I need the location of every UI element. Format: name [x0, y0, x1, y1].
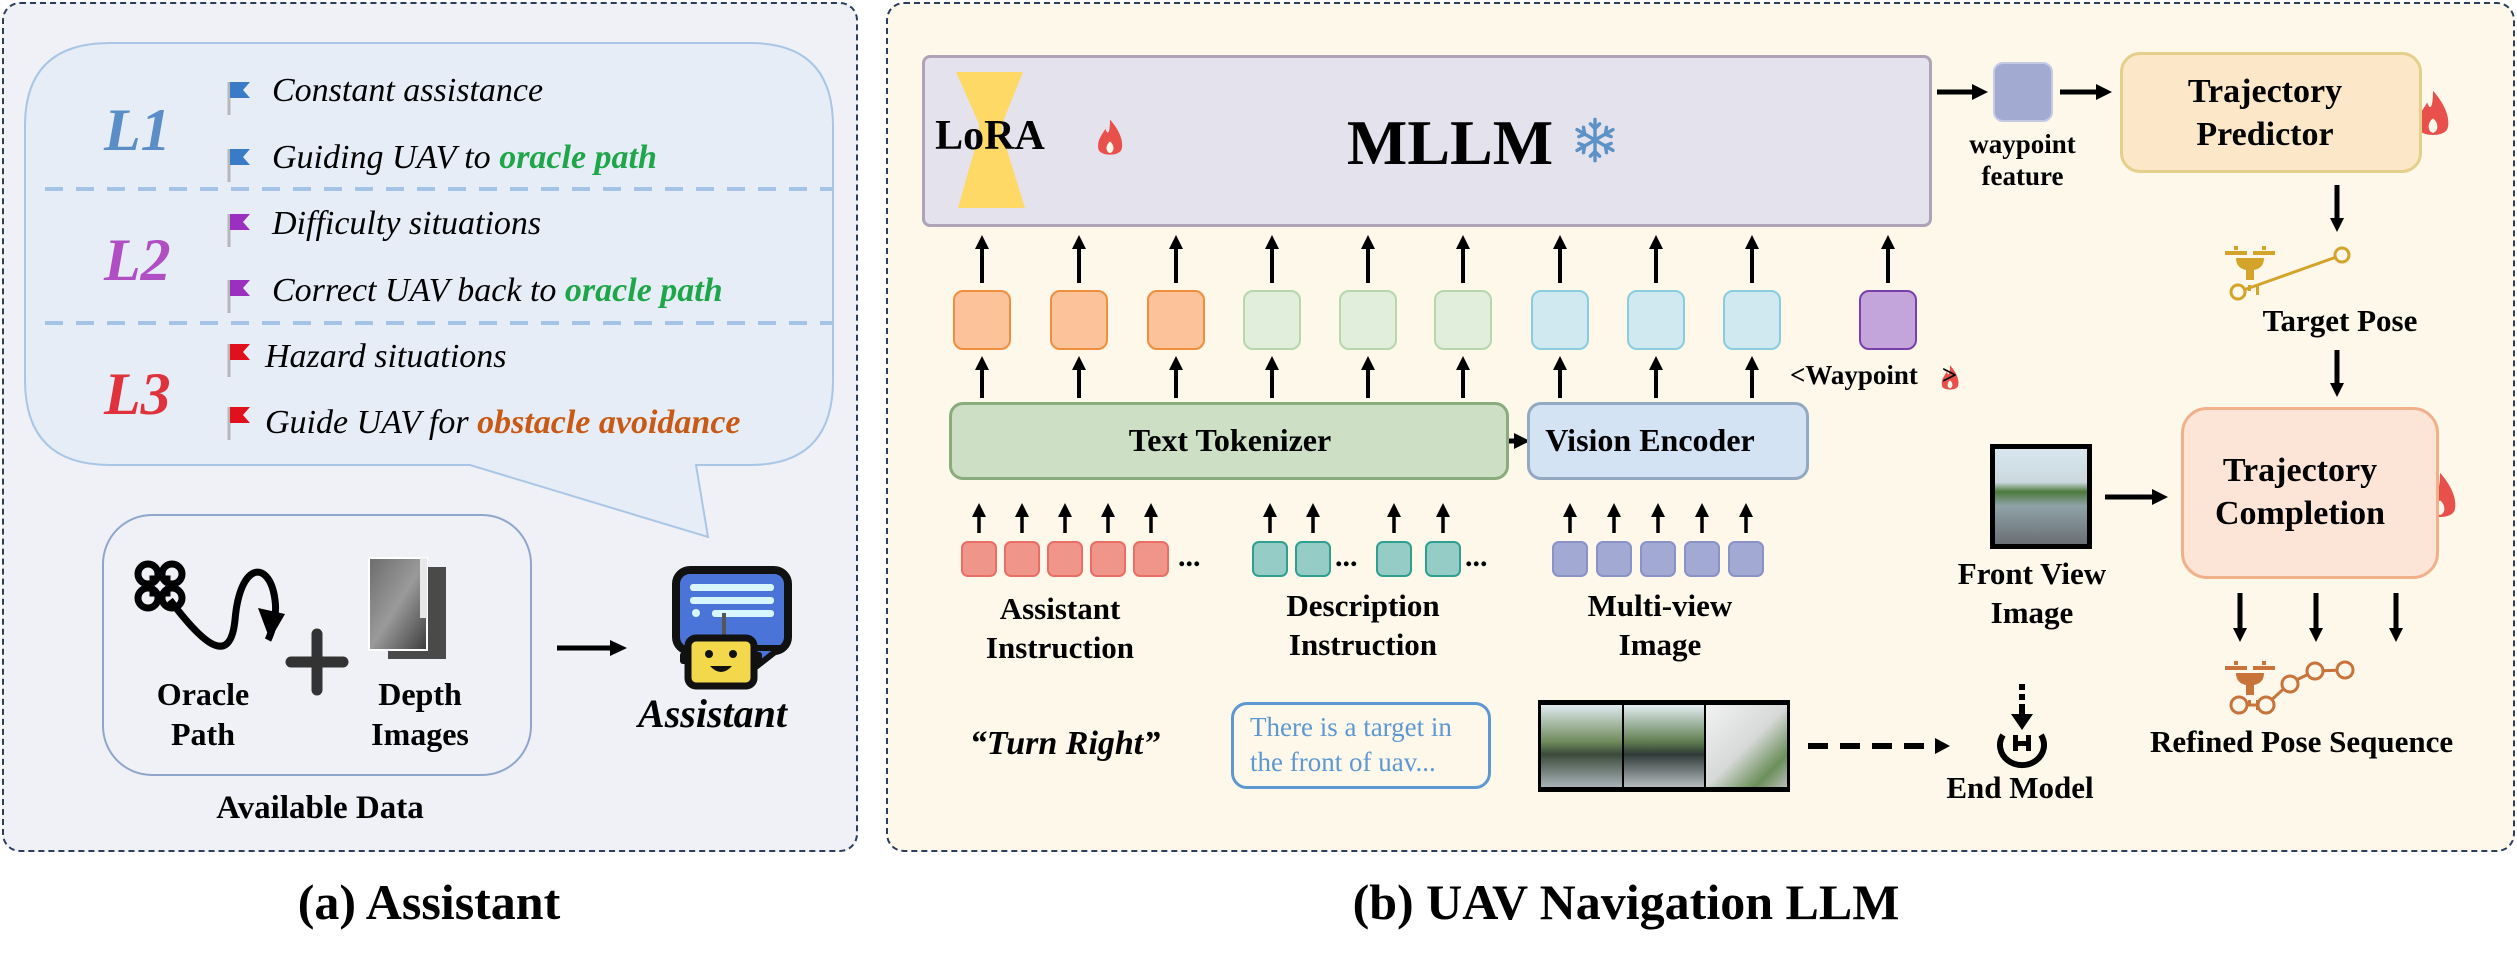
pose-point	[2229, 695, 2249, 715]
pose-point	[2256, 695, 2276, 715]
refined-pose-graphic	[2225, 660, 2355, 715]
refined-pose-label: Refined Pose Sequence	[2150, 724, 2454, 759]
pose-point	[2305, 661, 2325, 681]
panel-b-caption: (b) UAV Navigation LLM	[1352, 874, 1900, 930]
pose-point	[2280, 674, 2300, 694]
pose-point	[2335, 660, 2355, 680]
